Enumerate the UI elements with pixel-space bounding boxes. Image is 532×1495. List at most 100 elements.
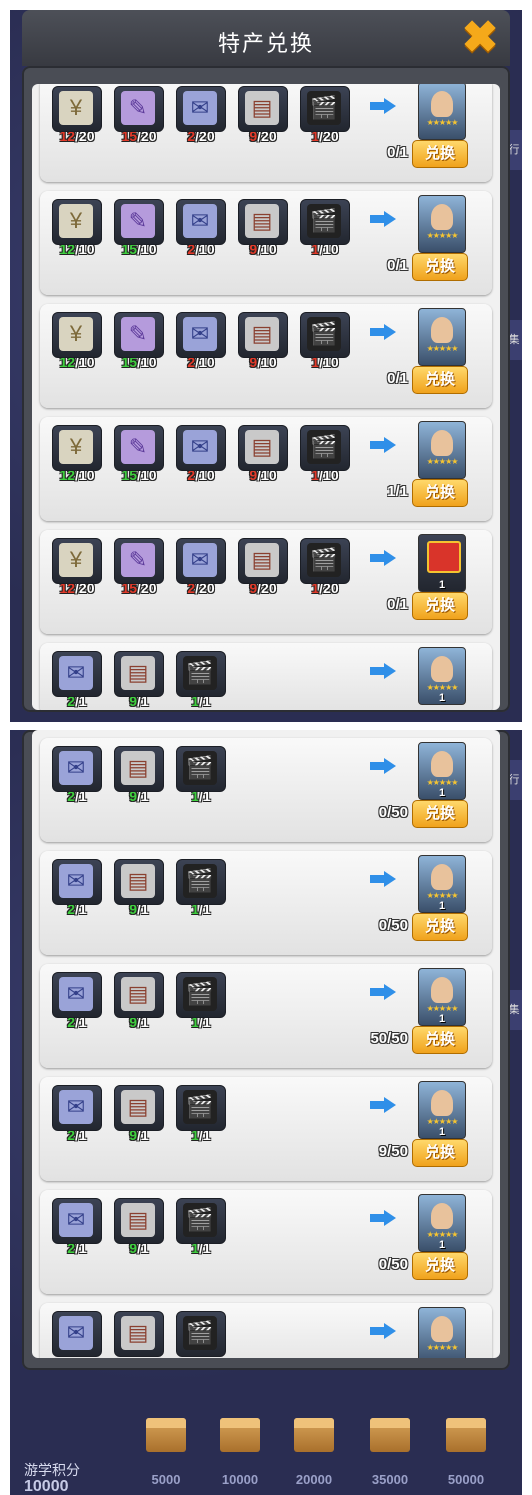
exchange-button[interactable]: 兑换	[412, 913, 468, 941]
letter-icon[interactable]: ✉	[52, 972, 102, 1018]
drama-poster-icon[interactable]: ★★★★★	[418, 421, 466, 479]
character-figure	[431, 204, 453, 230]
exchange-button[interactable]: 兑换	[412, 1026, 468, 1054]
ticket-icon[interactable]: ▤	[114, 651, 164, 697]
script-icon[interactable]: ✎	[114, 425, 164, 471]
letter-icon[interactable]: ✉	[176, 425, 226, 471]
actor-card-icon[interactable]: ★★★★★ 1	[418, 742, 466, 800]
actor-card-icon[interactable]: ★★★★★ 1	[418, 647, 466, 705]
ticket-icon[interactable]: ▤	[238, 425, 288, 471]
ticket-icon[interactable]: ▤	[114, 1085, 164, 1131]
ticket-icon[interactable]: ▤	[114, 972, 164, 1018]
actor-card-icon[interactable]: ★★★★★ 1	[418, 1194, 466, 1252]
material-glyph: ✉	[183, 204, 217, 238]
treasure-chest-icon[interactable]	[370, 1418, 410, 1452]
treasure-chest-icon[interactable]	[220, 1418, 260, 1452]
clapperboard-icon[interactable]: 🎬	[300, 538, 350, 584]
ticket-icon[interactable]: ▤	[238, 86, 288, 132]
material-slot: ▤	[114, 1311, 164, 1357]
reward-quantity: 1	[438, 579, 446, 591]
material-slot: 🎬 1/1	[176, 746, 226, 804]
reward-quantity: 1	[438, 1126, 446, 1138]
exchange-progress: 9/50	[378, 1143, 408, 1160]
letter-icon[interactable]: ✉	[52, 1198, 102, 1244]
material-slot: ✎ 15/20	[114, 86, 164, 144]
close-x-icon[interactable]: ✖	[460, 16, 500, 60]
clapperboard-icon[interactable]: 🎬	[176, 972, 226, 1018]
money-stack-icon[interactable]: ¥	[52, 199, 102, 245]
actor-card-icon[interactable]: ★★★★★ 1	[418, 855, 466, 913]
clapperboard-icon[interactable]: 🎬	[300, 199, 350, 245]
exchange-list[interactable]: ¥12/20 ✎ 15/20 ✉ 2/20 ▤ 9/20 🎬 1/20 ★★★★★ 0/1 兑换 ¥12…	[32, 84, 500, 710]
script-icon[interactable]: ✎	[114, 538, 164, 584]
letter-icon[interactable]: ✉	[176, 199, 226, 245]
letter-icon[interactable]: ✉	[52, 859, 102, 905]
star-rating-icon: ★★★★★	[426, 118, 459, 127]
exchange-list[interactable]: ✉ 2/1 ▤ 9/1 🎬 1/1 ★★★★★ 1 0/50 兑换 ✉ 2/1 ▤ 9/1 🎬 1/1 ★★★★…	[32, 730, 500, 1358]
script-icon[interactable]: ✎	[114, 199, 164, 245]
gift-box-icon[interactable]: 1	[418, 534, 466, 592]
character-card-icon[interactable]: ★★★★★	[418, 84, 466, 140]
money-stack-icon[interactable]: ¥	[52, 312, 102, 358]
clapperboard-icon[interactable]: 🎬	[176, 1311, 226, 1357]
ticket-icon[interactable]: ▤	[114, 746, 164, 792]
treasure-chest-icon[interactable]	[146, 1418, 186, 1452]
exchange-button[interactable]: 兑换	[412, 592, 468, 620]
clapperboard-icon[interactable]: 🎬	[176, 1085, 226, 1131]
arrow-head	[384, 1210, 396, 1226]
clapperboard-icon[interactable]: 🎬	[176, 651, 226, 697]
clapperboard-icon[interactable]: 🎬	[300, 86, 350, 132]
exchange-button[interactable]: 兑换	[412, 1139, 468, 1167]
exchange-button[interactable]: 兑换	[412, 1252, 468, 1280]
horror-poster-icon[interactable]: ★★★★★	[418, 308, 466, 366]
material-glyph: ✉	[183, 91, 217, 125]
ticket-icon[interactable]: ▤	[114, 1198, 164, 1244]
actor-card-icon[interactable]: ★★★★★ 1	[418, 968, 466, 1026]
ticket-icon[interactable]: ▤	[238, 199, 288, 245]
money-stack-icon[interactable]: ¥	[52, 538, 102, 584]
ticket-icon[interactable]: ▤	[238, 538, 288, 584]
letter-icon[interactable]: ✉	[52, 1311, 102, 1357]
clapperboard-icon[interactable]: 🎬	[176, 859, 226, 905]
material-glyph: 🎬	[307, 91, 341, 125]
script-icon[interactable]: ✎	[114, 86, 164, 132]
letter-icon[interactable]: ✉	[176, 86, 226, 132]
ticket-icon[interactable]: ▤	[238, 312, 288, 358]
script-icon[interactable]: ✎	[114, 312, 164, 358]
movie-poster-icon[interactable]: ★★★★★	[418, 195, 466, 253]
clapperboard-icon[interactable]: 🎬	[176, 1198, 226, 1244]
clapperboard-icon[interactable]: 🎬	[300, 425, 350, 471]
ticket-icon[interactable]: ▤	[114, 1311, 164, 1357]
score-value: 10000	[24, 1478, 69, 1495]
exchange-button[interactable]: 兑换	[412, 800, 468, 828]
exchange-button[interactable]: 兑换	[412, 253, 468, 281]
material-glyph: ▤	[121, 1316, 155, 1350]
actor-card-icon[interactable]: ★★★★★	[418, 1307, 466, 1358]
money-stack-icon[interactable]: ¥	[52, 86, 102, 132]
exchange-button[interactable]: 兑换	[412, 366, 468, 394]
ticket-icon[interactable]: ▤	[114, 859, 164, 905]
letter-icon[interactable]: ✉	[52, 746, 102, 792]
material-glyph: ✉	[59, 751, 93, 785]
letter-icon[interactable]: ✉	[52, 651, 102, 697]
star-rating-icon: ★★★★★	[426, 778, 459, 787]
exchange-card: ✉ 2/1 ▤ 9/1 🎬 1/1 ★★★★★ 1	[40, 643, 492, 710]
arrow-head	[384, 324, 396, 340]
reward-quantity: 1	[438, 1013, 446, 1025]
treasure-chest-icon[interactable]	[446, 1418, 486, 1452]
exchange-panel-bottom: 行 集 ✉ 2/1 ▤ 9/1 🎬 1/1 ★★★★★ 1 0/50 兑换 ✉ 2/1 ▤ 9/1 🎬 1/1…	[10, 730, 522, 1495]
clapperboard-icon[interactable]: 🎬	[300, 312, 350, 358]
letter-icon[interactable]: ✉	[176, 312, 226, 358]
exchange-button[interactable]: 兑换	[412, 479, 468, 507]
actor-card-icon[interactable]: ★★★★★ 1	[418, 1081, 466, 1139]
treasure-chest-icon[interactable]	[294, 1418, 334, 1452]
money-stack-icon[interactable]: ¥	[52, 425, 102, 471]
letter-icon[interactable]: ✉	[52, 1085, 102, 1131]
clapperboard-icon[interactable]: 🎬	[176, 746, 226, 792]
letter-icon[interactable]: ✉	[176, 538, 226, 584]
exchange-card: ✉ 2/1 ▤ 9/1 🎬 1/1 ★★★★★ 1 0/50 兑换	[40, 738, 492, 842]
material-slot: ✉ 2/10	[176, 199, 226, 257]
arrow-right-icon	[370, 871, 396, 887]
material-slot: ▤ 9/10	[238, 425, 288, 483]
exchange-button[interactable]: 兑换	[412, 140, 468, 168]
